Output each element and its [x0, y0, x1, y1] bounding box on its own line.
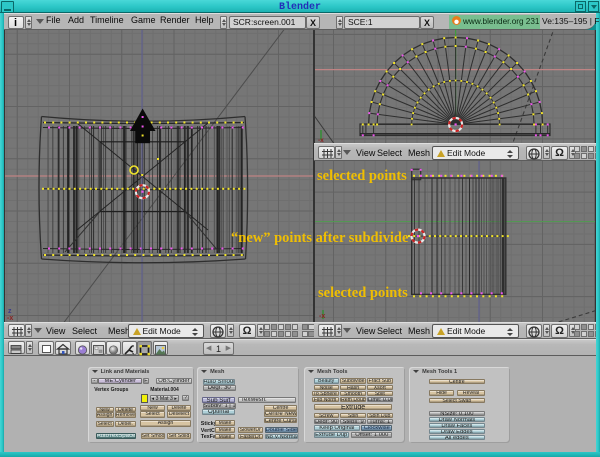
svg-text:-x: -x	[319, 313, 325, 320]
svg-text:z: z	[8, 308, 12, 315]
svg-text:-x: -x	[7, 315, 13, 322]
